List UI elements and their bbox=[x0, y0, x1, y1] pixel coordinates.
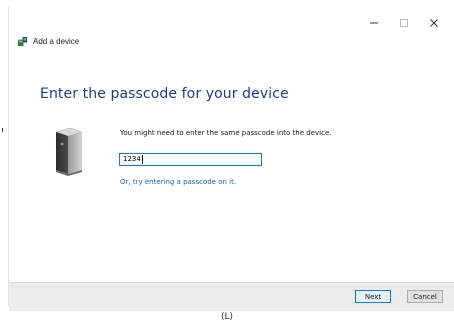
edge-marker bbox=[2, 128, 3, 132]
page-heading: Enter the passcode for your device bbox=[40, 86, 289, 102]
text-caret bbox=[141, 155, 143, 164]
device-icon bbox=[55, 127, 83, 176]
passcode-input[interactable]: 1234 bbox=[119, 153, 262, 166]
bluetooth-device-icon bbox=[17, 36, 28, 47]
window-title: Add a device bbox=[17, 36, 79, 47]
screenshot-canvas: Add a device Enter the passcode for your… bbox=[0, 0, 454, 329]
instruction-text: You might need to enter the same passcod… bbox=[120, 129, 332, 137]
close-button[interactable] bbox=[419, 14, 449, 32]
window-controls bbox=[359, 14, 449, 32]
dialog-footer: Next Cancel bbox=[9, 282, 454, 311]
maximize-button[interactable] bbox=[389, 14, 419, 32]
passcode-value: 1234 bbox=[123, 155, 141, 163]
close-icon bbox=[430, 19, 438, 27]
minimize-icon bbox=[370, 22, 378, 24]
alternate-passcode-link[interactable]: Or, try entering a passcode on it. bbox=[120, 178, 236, 186]
window-title-label: Add a device bbox=[33, 37, 80, 46]
add-device-window: Add a device Enter the passcode for your… bbox=[8, 6, 454, 311]
next-button[interactable]: Next bbox=[355, 290, 391, 303]
cancel-button[interactable]: Cancel bbox=[407, 290, 443, 303]
figure-caption: (L) bbox=[220, 312, 234, 322]
minimize-button[interactable] bbox=[359, 14, 389, 32]
maximize-icon bbox=[400, 19, 408, 27]
